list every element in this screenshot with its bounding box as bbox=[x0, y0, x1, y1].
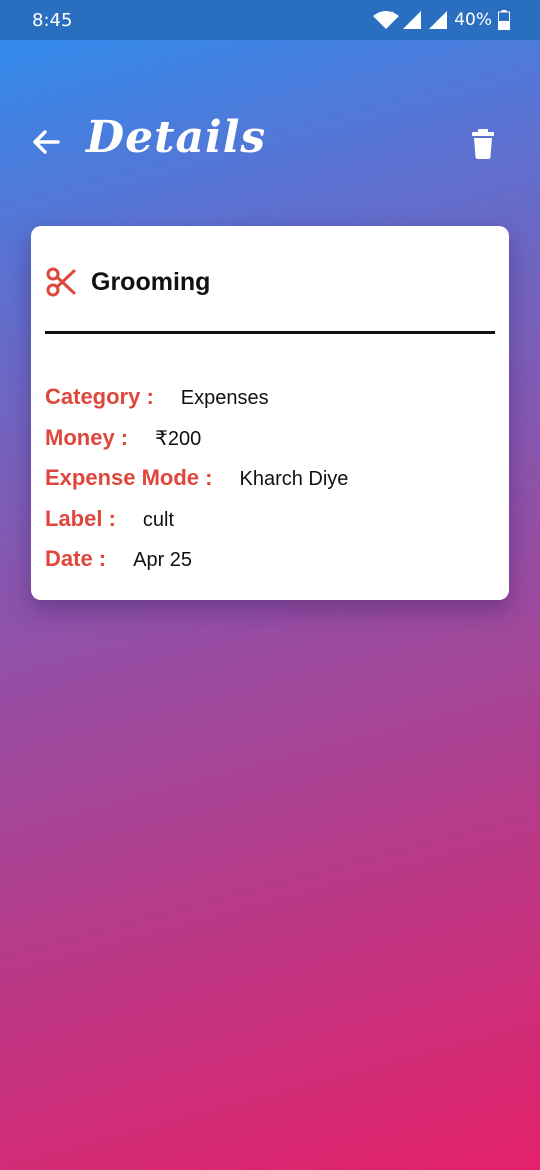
signal-icon bbox=[429, 11, 448, 29]
wifi-icon: x bbox=[373, 10, 400, 29]
card-header: Grooming bbox=[45, 262, 210, 302]
status-icons: x 40% bbox=[372, 9, 510, 31]
field-money: Money : ₹200 bbox=[45, 425, 201, 451]
field-category: Category : Expenses bbox=[45, 384, 269, 410]
battery-percent: 40% bbox=[454, 10, 492, 30]
field-label-row: Label : cult bbox=[45, 506, 174, 532]
field-value: Apr 25 bbox=[133, 549, 193, 571]
field-value: cult bbox=[142, 509, 175, 531]
field-label: Label : bbox=[45, 506, 116, 531]
trash-icon bbox=[472, 129, 494, 159]
field-value: Kharch Diye bbox=[239, 468, 349, 490]
page-title: Details bbox=[86, 112, 267, 163]
detail-card: Grooming Category : Expenses Money : ₹20… bbox=[31, 226, 509, 600]
svg-text:x: x bbox=[389, 10, 394, 18]
field-date: Date : Apr 25 bbox=[45, 546, 192, 572]
field-label: Money : bbox=[45, 425, 129, 450]
battery-icon bbox=[498, 10, 510, 30]
scissors-icon bbox=[46, 267, 76, 297]
field-value: Expenses bbox=[180, 387, 269, 409]
arrow-left-icon bbox=[33, 130, 60, 154]
card-title: Grooming bbox=[91, 267, 211, 296]
back-button[interactable] bbox=[28, 124, 64, 160]
field-label: Expense Mode : bbox=[45, 465, 213, 490]
divider bbox=[45, 331, 495, 334]
signal-icon bbox=[403, 11, 422, 29]
field-label: Category : bbox=[45, 384, 154, 409]
status-time: 8:45 bbox=[32, 10, 73, 31]
app-bar: Details bbox=[0, 100, 540, 190]
field-value: ₹200 bbox=[155, 428, 202, 450]
field-label: Date : bbox=[45, 546, 107, 571]
field-expense-mode: Expense Mode : Kharch Diye bbox=[45, 465, 348, 491]
delete-button[interactable] bbox=[466, 126, 500, 162]
status-bar: 8:45 x 40% bbox=[0, 0, 540, 40]
